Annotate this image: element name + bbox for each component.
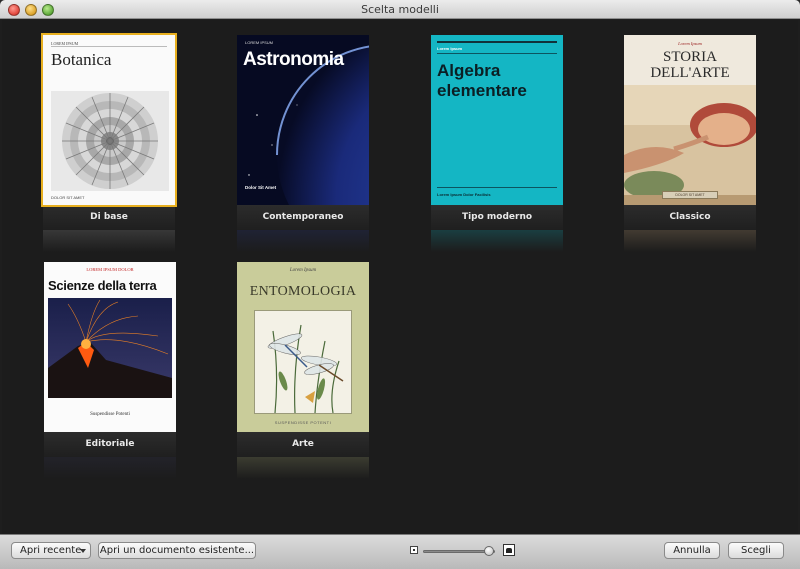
small-thumbnail-icon [410, 546, 418, 554]
cover-reflection [624, 230, 756, 252]
volcano-image [48, 298, 172, 398]
cover-foot-text: Suspendisse Potenti [90, 412, 130, 417]
choose-label: Scegli [741, 545, 771, 556]
cover-title: ENTOMOLOGIA [249, 284, 357, 299]
cancel-label: Annulla [673, 545, 711, 556]
choose-button[interactable]: Scegli [728, 542, 784, 559]
chevron-down-icon [80, 549, 86, 553]
cover-small-text: Lorem Ipsum [437, 46, 463, 51]
dragonfly-illustration [267, 324, 344, 414]
cover-foot-text: DOLOR SIT AMET [662, 191, 718, 199]
cancel-button[interactable]: Annulla [664, 542, 720, 559]
cover-title: Botanica [51, 50, 112, 69]
cover-foot-text: DOLOR SIT AMET [51, 195, 85, 200]
cover-title-line-1: STORIA [663, 49, 717, 65]
cover-title: Scienze della terra [48, 278, 157, 293]
template-cover-storia-dell-arte[interactable]: Lorem Ipsum STORIA DELL'ARTE DOLOR SIT A… [624, 35, 756, 205]
template-label: Di base [43, 205, 175, 230]
template-cover-scienze-della-terra[interactable]: LOREM IPSUM DOLOR Scienze della terra Su… [44, 262, 176, 432]
template-cover-algebra[interactable]: Lorem Ipsum Algebra elementare Lorem Ips… [431, 35, 563, 205]
illustration-frame [254, 310, 352, 414]
template-chooser-window: Scelta modelli LOREM IPSUM Botanica DOLO… [0, 0, 800, 569]
cover-foot-text: Dolor Sit Amet [245, 185, 277, 190]
cover-title: STORIA DELL'ARTE [624, 49, 756, 81]
template-cover-botanica[interactable]: LOREM IPSUM Botanica DOLOR SIT AMET [41, 33, 177, 207]
cover-rule [51, 46, 167, 47]
template-label: Arte [237, 432, 369, 457]
template-grid: LOREM IPSUM Botanica DOLOR SIT AMET Di b… [2, 20, 798, 534]
cover-reflection [43, 230, 175, 252]
cover-title: Algebra elementare [437, 61, 527, 100]
open-existing-document-button[interactable]: Apri un documento esistente... [98, 542, 256, 559]
dahlia-flower-image [51, 91, 169, 191]
template-cover-entomologia[interactable]: Lorem Ipsum ENTOMOLOGIA SUSPENDISSE POTE… [237, 262, 369, 432]
cover-small-text: Lorem Ipsum [289, 268, 317, 273]
template-classico[interactable]: Lorem Ipsum STORIA DELL'ARTE DOLOR SIT A… [624, 35, 756, 252]
open-existing-label: Apri un documento esistente... [99, 545, 255, 556]
cover-rule [437, 187, 557, 188]
fresco-painting-image [624, 85, 756, 205]
template-editoriale[interactable]: LOREM IPSUM DOLOR Scienze della terra Su… [44, 262, 176, 479]
template-arte[interactable]: Lorem Ipsum ENTOMOLOGIA SUSPENDISSE POTE… [237, 262, 369, 479]
template-label: Contemporaneo [237, 205, 369, 230]
cover-small-text: LOREM IPSUM [245, 40, 274, 45]
cover-small-text: LOREM IPSUM DOLOR [86, 267, 134, 272]
cover-foot-text: Lorem Ipsum Dolor Facilisis [437, 192, 491, 197]
cover-top-bar [437, 41, 557, 43]
cover-rule [437, 53, 557, 54]
cover-reflection [431, 230, 563, 252]
cover-foot-text: SUSPENDISSE POTENTI [274, 420, 332, 425]
template-label: Classico [624, 205, 756, 230]
open-recent-label: Apri recente [20, 545, 82, 556]
cover-title: Astronomia [243, 49, 344, 70]
template-label: Editoriale [44, 432, 176, 457]
large-thumbnail-icon [503, 544, 515, 556]
title-bar[interactable]: Scelta modelli [0, 0, 800, 19]
open-recent-popup-button[interactable]: Apri recente [11, 542, 91, 559]
cover-reflection [237, 230, 369, 252]
cover-small-text: Lorem Ipsum [678, 41, 702, 46]
template-cover-astronomia[interactable]: LOREM IPSUM Astronomia Dolor Sit Amet [237, 35, 369, 205]
template-tipo-moderno[interactable]: Lorem Ipsum Algebra elementare Lorem Ips… [431, 35, 563, 252]
cover-title-line-2: DELL'ARTE [650, 65, 730, 81]
cover-reflection [237, 457, 369, 479]
cover-reflection [44, 457, 176, 479]
window-title: Scelta modelli [361, 3, 439, 16]
template-di-base[interactable]: LOREM IPSUM Botanica DOLOR SIT AMET Di b… [41, 33, 177, 252]
template-label: Tipo moderno [431, 205, 563, 230]
template-contemporaneo[interactable]: LOREM IPSUM Astronomia Dolor Sit Amet Co… [237, 35, 369, 252]
